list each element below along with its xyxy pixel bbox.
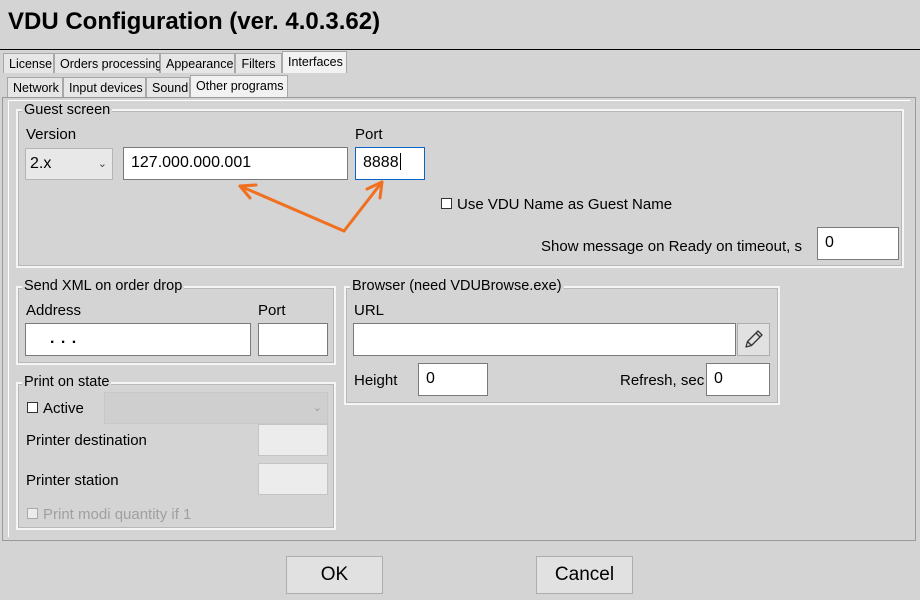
arrow-to-port [342,180,384,233]
tab-network[interactable]: Network [7,77,63,97]
browser-legend: Browser (need VDUBrowse.exe) [350,278,564,294]
tab-appearance[interactable]: Appearance [160,53,235,73]
height-label: Height [354,372,398,389]
tab-input-devices[interactable]: Input devices [63,77,146,97]
tab-sound[interactable]: Sound [146,77,190,97]
xml-port-input[interactable] [258,323,328,356]
tab-interfaces[interactable]: Interfaces [282,51,347,73]
cancel-button[interactable]: Cancel [536,556,633,594]
edit-url-button[interactable] [737,323,770,356]
printer-station-input[interactable] [258,463,328,495]
pencil-icon [745,330,763,348]
title-divider [0,49,920,50]
print-modi-label: Print modi quantity if 1 [43,506,192,523]
version-select[interactable]: 2.x ⌄ [25,148,113,180]
url-label: URL [354,302,385,319]
url-input[interactable] [353,323,736,356]
window-title: VDU Configuration (ver. 4.0.3.62) [8,8,381,35]
tab-orders-processing[interactable]: Orders processing [54,53,162,73]
printer-destination-label: Printer destination [26,432,147,449]
xml-address-label: Address [26,302,82,319]
height-input[interactable]: 0 [418,363,488,396]
show-message-label: Show message on Ready on timeout, s [541,238,802,255]
active-checkbox[interactable] [27,402,38,413]
print-modi-checkbox[interactable] [27,508,38,519]
tab-other-programs[interactable]: Other programs [190,75,288,97]
active-label: Active [43,400,84,417]
version-select-value: 2.x [30,155,52,172]
chevron-down-icon: ⌄ [312,402,322,414]
refresh-label: Refresh, sec [620,372,705,389]
xml-address-input[interactable]: . . . [25,323,251,356]
printer-destination-input[interactable] [258,424,328,456]
guest-port-value: 8888 [363,154,399,171]
show-message-timeout-input[interactable]: 0 [817,227,899,260]
guest-screen-legend: Guest screen [22,102,113,118]
use-vdu-name-checkbox[interactable] [441,198,452,209]
use-vdu-name-label: Use VDU Name as Guest Name [457,196,673,213]
text-caret [399,153,401,170]
arrow-to-address [238,184,346,233]
printer-station-label: Printer station [26,472,119,489]
tab-license[interactable]: License [3,53,54,73]
xml-port-label: Port [258,302,286,319]
guest-port-label: Port [355,126,383,143]
send-xml-legend: Send XML on order drop [22,278,185,294]
chevron-down-icon: ⌄ [97,158,107,170]
ok-button[interactable]: OK [286,556,383,594]
annotation-arrows [238,180,384,233]
refresh-input[interactable]: 0 [706,363,770,396]
tab-filters[interactable]: Filters [235,53,282,73]
print-state-select[interactable]: ⌄ [104,392,328,424]
print-on-state-legend: Print on state [22,374,112,390]
version-label: Version [26,126,77,143]
